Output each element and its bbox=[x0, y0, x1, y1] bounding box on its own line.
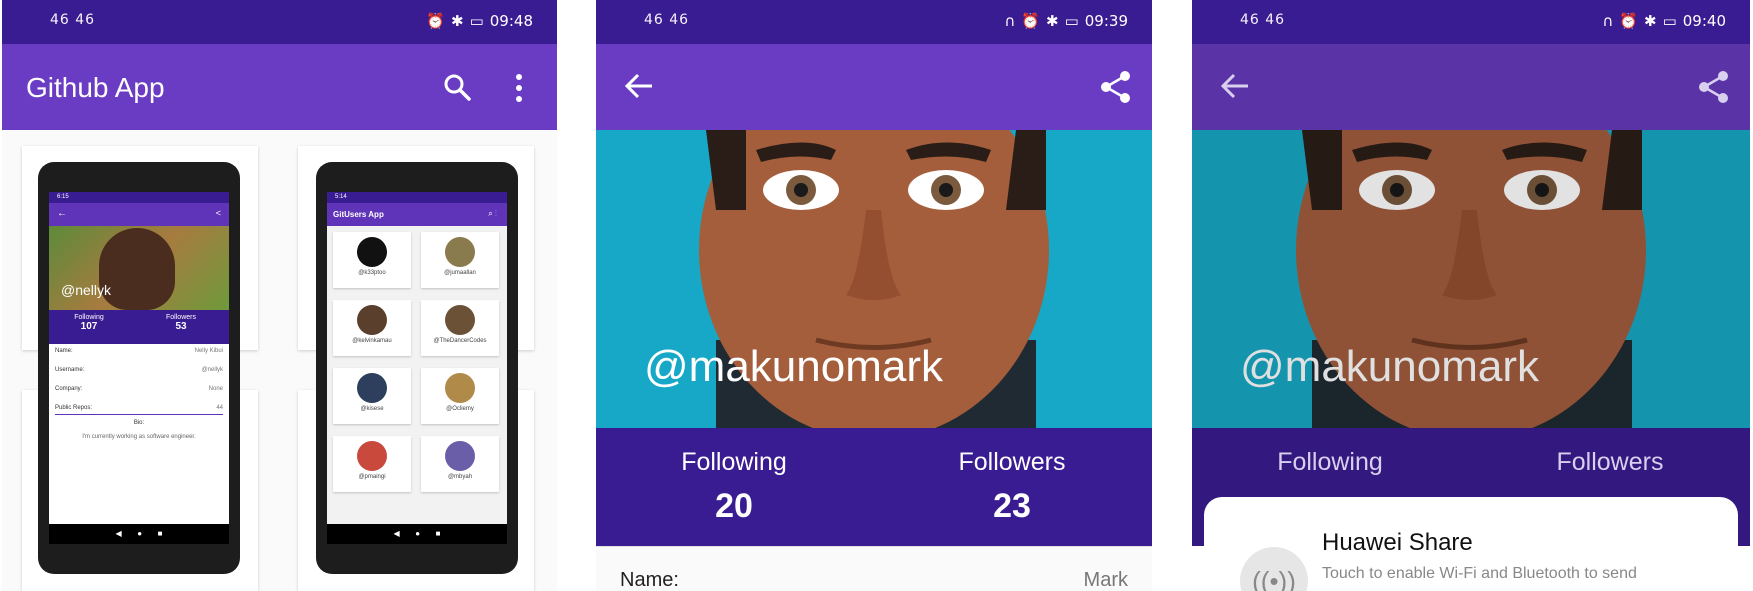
more-vert-icon[interactable] bbox=[514, 73, 524, 103]
name-row: Name: Mark bbox=[596, 546, 1152, 591]
user-cell[interactable]: @kisese bbox=[333, 368, 411, 424]
alarm-icon: ⏰ bbox=[1619, 12, 1638, 30]
mini-nav-bar: ◀ ● ■ bbox=[49, 524, 229, 544]
app-title: Github App bbox=[26, 72, 165, 103]
user-cell[interactable]: @kelvinkamau bbox=[333, 300, 411, 356]
status-bar: 46 46 ⏰ ✱ ▭ 09:48 bbox=[2, 0, 557, 44]
stats-bar: Following 20 Followers 23 bbox=[596, 428, 1152, 546]
share-bottom-sheet: ((•)) Huawei Share Touch to enable Wi-Fi… bbox=[1204, 497, 1738, 591]
huawei-share-icon[interactable]: ((•)) bbox=[1240, 547, 1308, 591]
signal-indicator: 46 46 bbox=[1240, 12, 1286, 28]
app-bar: Github App bbox=[2, 44, 557, 130]
signal-indicator: 46 46 bbox=[50, 12, 96, 28]
share-icon[interactable] bbox=[1698, 70, 1730, 104]
name-label: Name: bbox=[620, 569, 679, 591]
mini-share-icon: < bbox=[215, 208, 221, 218]
back-arrow-icon[interactable] bbox=[1220, 72, 1250, 100]
mini-nav-bar: ◀ ● ■ bbox=[327, 524, 507, 544]
mini-back-icon: ← bbox=[57, 208, 67, 219]
search-icon[interactable] bbox=[442, 72, 472, 102]
mini-time: 6:15 bbox=[57, 194, 69, 200]
name-value: Mark bbox=[1083, 569, 1128, 591]
mini-details: Name: Nelly Kibui Username: @nellyk Compan… bbox=[55, 348, 223, 440]
followers-stat: Followers bbox=[1556, 448, 1664, 476]
clock-text: 09:40 bbox=[1682, 12, 1726, 30]
user-cell[interactable]: @jumaallan bbox=[421, 232, 499, 288]
user-handle: @makunomark bbox=[1240, 342, 1539, 391]
panel-share-sheet: 46 46 ∩ ⏰ ✱ ▭ 09:40 @makunomark Following Fo… bbox=[1192, 0, 1750, 591]
device-mockup-profile: 6:15 ← < @nellyk Following 107 Followers 5… bbox=[38, 162, 240, 574]
share-icon[interactable] bbox=[1100, 70, 1132, 104]
alarm-icon: ⏰ bbox=[1021, 12, 1040, 30]
clock-text: 09:48 bbox=[489, 12, 533, 30]
avatar-hero-image: @makunomark bbox=[1192, 130, 1750, 428]
panel-user-detail: 46 46 ∩ ⏰ ✱ ▭ 09:39 @makunomark Following 20 … bbox=[596, 0, 1152, 591]
battery-icon: ▭ bbox=[1064, 12, 1079, 30]
device-mockup-userlist: 5:14 GitUsers App ⌕ ⋮ @k33ptoo @jumaallan… bbox=[316, 162, 518, 574]
battery-icon: ▭ bbox=[1662, 12, 1677, 30]
alarm-icon: ⏰ bbox=[426, 12, 445, 30]
mini-app-title: GitUsers App bbox=[333, 210, 384, 219]
user-cell[interactable]: @Ocliemy bbox=[421, 368, 499, 424]
mini-stats: Following 107 Followers 53 bbox=[49, 310, 229, 344]
bluetooth-icon: ✱ bbox=[451, 12, 464, 30]
mini-hero-photo: @nellyk bbox=[49, 226, 229, 310]
following-stat: Following bbox=[1277, 448, 1383, 476]
following-stat[interactable]: Following 20 bbox=[634, 448, 834, 526]
signal-indicator: 46 46 bbox=[644, 12, 690, 28]
battery-icon: ▭ bbox=[469, 12, 484, 30]
followers-stat[interactable]: Followers 23 bbox=[912, 448, 1112, 526]
clock-text: 09:39 bbox=[1084, 12, 1128, 30]
app-bar bbox=[1192, 44, 1750, 130]
back-arrow-icon[interactable] bbox=[624, 72, 654, 100]
share-description: Touch to enable Wi-Fi and Bluetooth to s… bbox=[1322, 565, 1637, 582]
app-bar bbox=[596, 44, 1152, 130]
bluetooth-icon: ✱ bbox=[1644, 12, 1657, 30]
panel-app-list: 46 46 ⏰ ✱ ▭ 09:48 Github App 6:15 ← < @nell… bbox=[2, 0, 557, 591]
headset-icon: ∩ bbox=[1004, 12, 1016, 30]
avatar-hero-image: @makunomark bbox=[596, 130, 1152, 428]
user-cell[interactable]: @k33ptoo bbox=[333, 232, 411, 288]
share-title[interactable]: Huawei Share bbox=[1322, 529, 1473, 557]
user-cell[interactable]: @pmaingi bbox=[333, 436, 411, 492]
status-bar: 46 46 ∩ ⏰ ✱ ▭ 09:40 bbox=[1192, 0, 1750, 44]
headset-icon: ∩ bbox=[1602, 12, 1614, 30]
mini-time: 5:14 bbox=[335, 194, 347, 200]
bluetooth-icon: ✱ bbox=[1046, 12, 1059, 30]
mini-handle: @nellyk bbox=[61, 282, 112, 298]
user-handle: @makunomark bbox=[644, 342, 943, 391]
user-cell[interactable]: @mbyah bbox=[421, 436, 499, 492]
user-cell[interactable]: @TheDancerCodes bbox=[421, 300, 499, 356]
status-bar: 46 46 ∩ ⏰ ✱ ▭ 09:39 bbox=[596, 0, 1152, 44]
